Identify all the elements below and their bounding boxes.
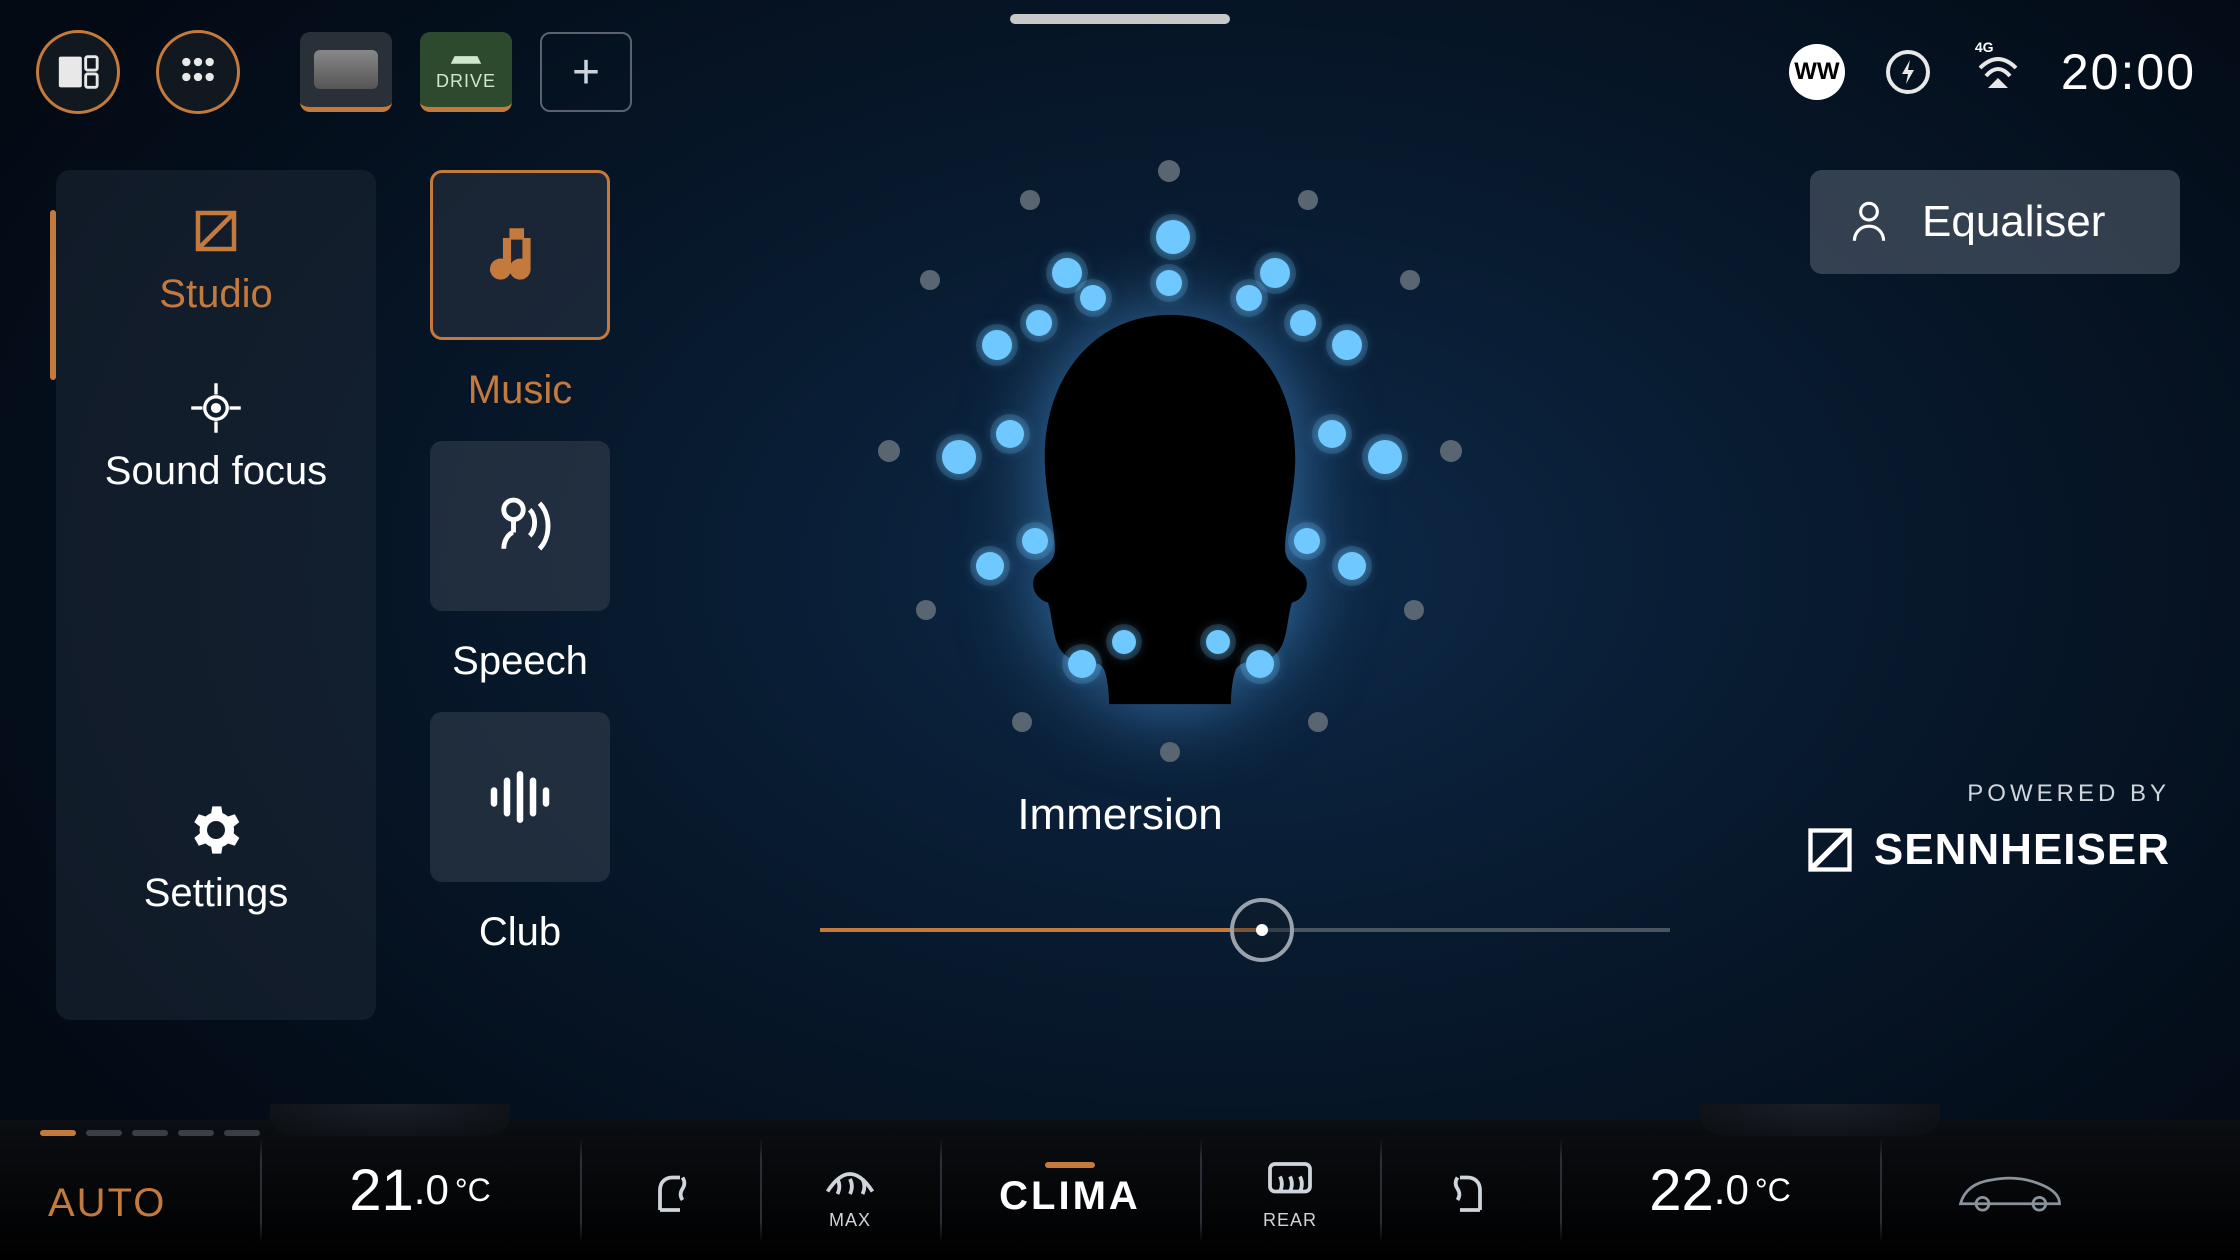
sidebar-item-sound-focus[interactable]: Sound focus: [105, 381, 327, 494]
status-area: WW 4G 20:00: [1789, 24, 2196, 120]
climate-auto-button[interactable]: AUTO: [0, 1120, 260, 1260]
app-tile-add[interactable]: +: [540, 32, 632, 112]
clima-indicator: [1045, 1162, 1095, 1168]
sidebar-label-sound-focus: Sound focus: [105, 449, 327, 494]
defrost-rear-button[interactable]: REAR: [1200, 1120, 1380, 1260]
network-label: 4G: [1975, 39, 1994, 55]
top-bar: DRIVE + WW 4G 20:00: [0, 24, 2240, 120]
mode-tile-speech[interactable]: [430, 441, 610, 611]
wireless-charging-icon: [1881, 45, 1935, 99]
immersion-visual: [720, 140, 1620, 840]
apps-grid-button[interactable]: [156, 30, 240, 114]
app-tile-vehicle[interactable]: [300, 32, 392, 112]
drag-handle[interactable]: [1010, 14, 1230, 24]
immersion-slider[interactable]: [820, 890, 1670, 970]
seat-heat-left-button[interactable]: [580, 1120, 760, 1260]
clock: 20:00: [2061, 43, 2196, 101]
app-tile-drive[interactable]: DRIVE: [420, 32, 512, 112]
mode-tile-club[interactable]: [430, 712, 610, 882]
clima-button[interactable]: CLIMA: [940, 1120, 1200, 1260]
brand-name: SENNHEISER: [1874, 825, 2170, 875]
sidebar: Studio Sound focus Settings: [56, 170, 376, 1020]
profile-badge[interactable]: WW: [1789, 44, 1845, 100]
mode-label-speech: Speech: [430, 639, 610, 684]
mode-label-club: Club: [430, 910, 610, 955]
sidebar-item-settings[interactable]: Settings: [144, 803, 289, 916]
home-layout-button[interactable]: [36, 30, 120, 114]
sidebar-item-studio[interactable]: Studio: [159, 204, 272, 317]
sennheiser-logo-icon: [1804, 824, 1856, 876]
immersion-label: Immersion: [1017, 790, 1222, 840]
app-tile-drive-label: DRIVE: [436, 71, 496, 92]
sidebar-label-studio: Studio: [159, 272, 272, 317]
vehicle-view-button[interactable]: [1880, 1120, 2140, 1260]
slider-thumb[interactable]: [1230, 898, 1294, 962]
temp-right[interactable]: 22.0°C: [1560, 1120, 1880, 1260]
equaliser-label: Equaliser: [1922, 197, 2105, 247]
equaliser-button[interactable]: Equaliser: [1810, 170, 2180, 274]
seat-heat-right-button[interactable]: [1380, 1120, 1560, 1260]
mode-tile-music[interactable]: [430, 170, 610, 340]
powered-by: POWERED BY SENNHEISER: [1804, 780, 2170, 876]
sidebar-label-settings: Settings: [144, 871, 289, 916]
climate-bar: AUTO 21.0°C MAX CLIMA REAR 22.0°C: [0, 1120, 2240, 1260]
head-silhouette: [1000, 298, 1340, 738]
mode-label-music: Music: [430, 368, 610, 413]
mode-column: Music Speech Club: [430, 170, 650, 955]
recent-apps: DRIVE +: [300, 32, 632, 112]
temp-left[interactable]: 21.0°C: [260, 1120, 580, 1260]
defrost-front-button[interactable]: MAX: [760, 1120, 940, 1260]
powered-by-label: POWERED BY: [1967, 780, 2170, 808]
network-signal-icon: 4G: [1971, 45, 2025, 99]
